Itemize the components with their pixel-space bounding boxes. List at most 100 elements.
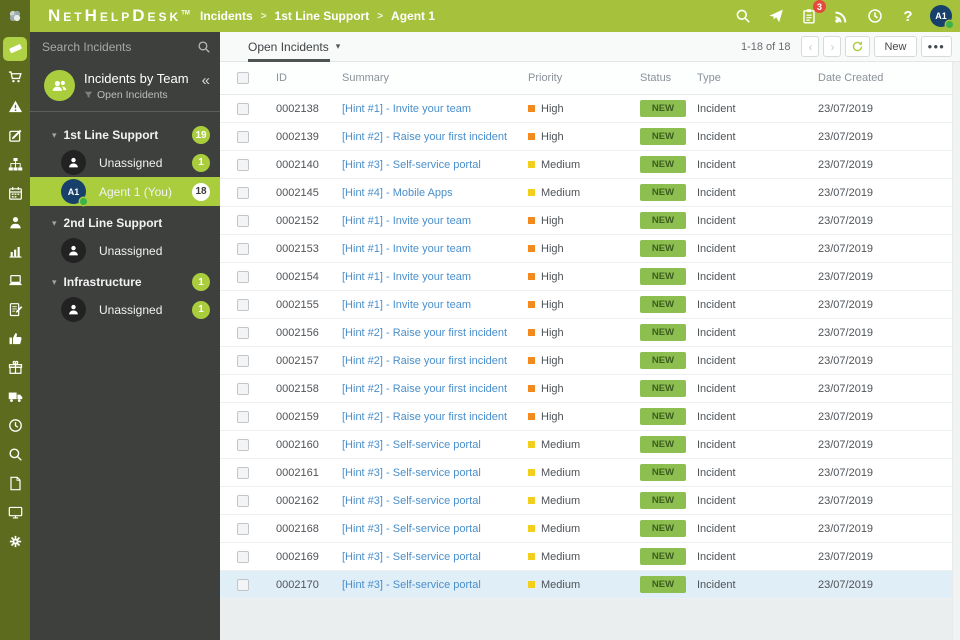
refresh-button[interactable] — [845, 36, 871, 57]
table-row[interactable]: 0002153 [Hint #1] - Invite your team High N… — [220, 235, 960, 263]
incident-link[interactable]: [Hint #2] - Raise your first incident — [342, 383, 507, 395]
rail-item-user[interactable] — [0, 208, 30, 237]
rail-item-truck[interactable] — [0, 382, 30, 411]
incident-link[interactable]: [Hint #2] - Raise your first incident — [342, 411, 507, 423]
rail-item-cart[interactable] — [0, 63, 30, 92]
rail-item-chart[interactable] — [0, 237, 30, 266]
incident-link[interactable]: [Hint #1] - Invite your team — [342, 215, 471, 227]
rail-item-laptop[interactable] — [0, 266, 30, 295]
table-row[interactable]: 0002155 [Hint #1] - Invite your team High N… — [220, 291, 960, 319]
row-checkbox[interactable] — [237, 102, 249, 115]
view-selector[interactable]: Open Incidents ▾ — [248, 40, 340, 54]
rail-item-sitemap[interactable] — [0, 150, 30, 179]
row-checkbox[interactable] — [237, 550, 249, 563]
incident-link[interactable]: [Hint #1] - Invite your team — [342, 243, 471, 255]
history-icon[interactable] — [864, 5, 886, 27]
row-checkbox[interactable] — [237, 522, 249, 535]
help-icon[interactable]: ? — [897, 5, 919, 27]
rail-item-monitor[interactable] — [0, 498, 30, 527]
table-row[interactable]: 0002162 [Hint #3] - Self-service portal Me… — [220, 487, 960, 515]
row-checkbox[interactable] — [237, 382, 249, 395]
row-checkbox[interactable] — [237, 298, 249, 311]
team-member[interactable]: A1 Agent 1 (You) 18 — [30, 177, 220, 206]
rail-item-note[interactable] — [0, 295, 30, 324]
rail-item-file[interactable] — [0, 469, 30, 498]
next-page-button[interactable]: › — [823, 36, 842, 57]
incident-link[interactable]: [Hint #3] - Self-service portal — [342, 467, 481, 479]
row-checkbox[interactable] — [237, 410, 249, 423]
row-checkbox[interactable] — [237, 130, 249, 143]
team-group[interactable]: ▾ Infrastructure 1 — [30, 269, 220, 295]
table-row[interactable]: 0002160 [Hint #3] - Self-service portal Me… — [220, 431, 960, 459]
rail-item-thumb[interactable] — [0, 324, 30, 353]
row-checkbox[interactable] — [237, 326, 249, 339]
table-row[interactable]: 0002168 [Hint #3] - Self-service portal Me… — [220, 515, 960, 543]
incident-link[interactable]: [Hint #1] - Invite your team — [342, 103, 471, 115]
row-checkbox[interactable] — [237, 354, 249, 367]
row-checkbox[interactable] — [237, 158, 249, 171]
incident-link[interactable]: [Hint #3] - Self-service portal — [342, 159, 481, 171]
row-checkbox[interactable] — [237, 438, 249, 451]
vertical-scrollbar[interactable] — [952, 62, 960, 640]
rail-item-warning[interactable] — [0, 92, 30, 121]
team-member[interactable]: Unassigned 1 — [30, 148, 220, 177]
table-row[interactable]: 0002156 [Hint #2] - Raise your first inci… — [220, 319, 960, 347]
incident-link[interactable]: [Hint #3] - Self-service portal — [342, 551, 481, 563]
table-row[interactable]: 0002161 [Hint #3] - Self-service portal Me… — [220, 459, 960, 487]
incident-link[interactable]: [Hint #3] - Self-service portal — [342, 439, 481, 451]
search-icon[interactable] — [197, 40, 211, 54]
rail-item-gear[interactable] — [0, 527, 30, 556]
breadcrumb-item[interactable]: Incidents — [200, 9, 253, 23]
team-member[interactable]: Unassigned — [30, 236, 220, 265]
team-group[interactable]: ▾ 1st Line Support 19 — [30, 122, 220, 148]
table-row[interactable]: 0002145 [Hint #4] - Mobile Apps Medium NEW I… — [220, 179, 960, 207]
table-row[interactable]: 0002154 [Hint #1] - Invite your team High N… — [220, 263, 960, 291]
team-group[interactable]: ▾ 2nd Line Support — [30, 210, 220, 236]
table-row[interactable]: 0002139 [Hint #2] - Raise your first inci… — [220, 123, 960, 151]
rail-item-search[interactable] — [0, 440, 30, 469]
user-avatar[interactable]: A1 — [930, 5, 953, 28]
team-member[interactable]: Unassigned 1 — [30, 295, 220, 324]
collapse-sidebar-icon[interactable]: « — [202, 72, 210, 89]
table-row[interactable]: 0002157 [Hint #2] - Raise your first inci… — [220, 347, 960, 375]
row-checkbox[interactable] — [237, 494, 249, 507]
table-row[interactable]: 0002140 [Hint #3] - Self-service portal Me… — [220, 151, 960, 179]
row-checkbox[interactable] — [237, 578, 249, 591]
tasks-icon[interactable]: 3 — [798, 0, 826, 27]
incident-link[interactable]: [Hint #3] - Self-service portal — [342, 495, 481, 507]
new-incident-button[interactable]: New — [874, 36, 917, 57]
incident-link[interactable]: [Hint #4] - Mobile Apps — [342, 187, 453, 199]
incident-link[interactable]: [Hint #2] - Raise your first incident — [342, 131, 507, 143]
send-icon[interactable] — [765, 5, 787, 27]
table-row[interactable]: 0002138 [Hint #1] - Invite your team High N… — [220, 95, 960, 123]
row-checkbox[interactable] — [237, 186, 249, 199]
rail-item-clock[interactable] — [0, 411, 30, 440]
search-icon[interactable] — [732, 5, 754, 27]
feed-icon[interactable] — [831, 5, 853, 27]
prev-page-button[interactable]: ‹ — [801, 36, 820, 57]
table-row[interactable]: 0002158 [Hint #2] - Raise your first inci… — [220, 375, 960, 403]
incident-link[interactable]: [Hint #1] - Invite your team — [342, 271, 471, 283]
row-checkbox[interactable] — [237, 242, 249, 255]
search-input[interactable] — [42, 40, 197, 54]
select-all-checkbox[interactable] — [237, 72, 249, 84]
more-actions-button[interactable]: ●●● — [920, 36, 952, 57]
rail-item-gift[interactable] — [0, 353, 30, 382]
breadcrumb-item[interactable]: Agent 1 — [391, 9, 435, 23]
incident-link[interactable]: [Hint #1] - Invite your team — [342, 299, 471, 311]
row-checkbox[interactable] — [237, 214, 249, 227]
incident-link[interactable]: [Hint #2] - Raise your first incident — [342, 355, 507, 367]
incident-link[interactable]: [Hint #3] - Self-service portal — [342, 579, 481, 591]
table-row[interactable]: 0002169 [Hint #3] - Self-service portal Me… — [220, 543, 960, 571]
row-checkbox[interactable] — [237, 466, 249, 479]
table-row[interactable]: 0002159 [Hint #2] - Raise your first inci… — [220, 403, 960, 431]
row-checkbox[interactable] — [237, 270, 249, 283]
table-row[interactable]: 0002170 [Hint #3] - Self-service portal Me… — [220, 571, 960, 599]
incident-link[interactable]: [Hint #3] - Self-service portal — [342, 523, 481, 535]
table-row[interactable]: 0002152 [Hint #1] - Invite your team High N… — [220, 207, 960, 235]
incident-link[interactable]: [Hint #2] - Raise your first incident — [342, 327, 507, 339]
rail-item-ticket[interactable] — [0, 34, 30, 63]
breadcrumb-item[interactable]: 1st Line Support — [275, 9, 370, 23]
rail-item-calendar[interactable] — [0, 179, 30, 208]
rail-item-compose[interactable] — [0, 121, 30, 150]
